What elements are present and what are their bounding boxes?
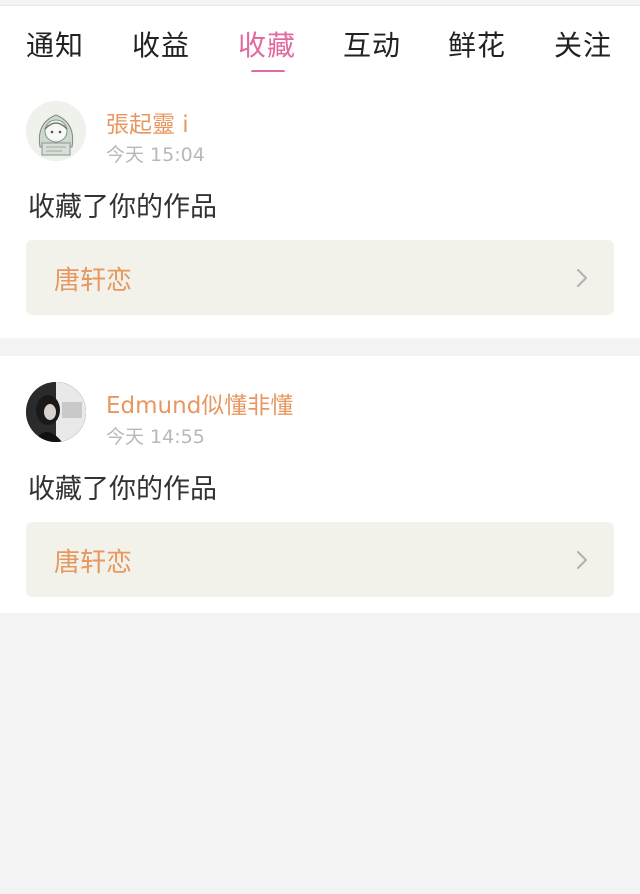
tab-following[interactable]: 关注 bbox=[554, 24, 612, 64]
work-link[interactable]: 唐轩恋 bbox=[26, 522, 614, 597]
anime-girl-avatar-icon bbox=[26, 101, 86, 161]
list-item: 張起靈 i 今天 15:04 收藏了你的作品 唐轩恋 bbox=[0, 72, 640, 338]
action-text: 收藏了你的作品 bbox=[28, 474, 217, 505]
tab-favorites[interactable]: 收藏 bbox=[238, 24, 296, 64]
chevron-right-icon bbox=[576, 550, 588, 570]
work-link[interactable]: 唐轩恋 bbox=[26, 240, 614, 315]
list-item: Edmund似懂非懂 今天 14:55 收藏了你的作品 唐轩恋 bbox=[0, 356, 640, 613]
tab-earnings[interactable]: 收益 bbox=[132, 24, 190, 64]
avatar[interactable] bbox=[26, 101, 86, 161]
tab-interactions[interactable]: 互动 bbox=[343, 24, 401, 64]
divider bbox=[0, 338, 640, 356]
username[interactable]: 張起靈 i bbox=[106, 105, 189, 139]
tab-bar: 通知 收益 收藏 互动 鲜花 关注 bbox=[0, 6, 640, 74]
avatar[interactable] bbox=[26, 382, 86, 442]
action-text: 收藏了你的作品 bbox=[28, 192, 217, 223]
work-title: 唐轩恋 bbox=[54, 266, 133, 296]
timestamp: 今天 14:55 bbox=[106, 426, 205, 448]
timestamp: 今天 15:04 bbox=[106, 144, 205, 166]
chevron-right-icon bbox=[576, 268, 588, 288]
photo-avatar-icon bbox=[26, 382, 86, 442]
tab-flowers[interactable]: 鲜花 bbox=[448, 24, 506, 64]
username[interactable]: Edmund似懂非懂 bbox=[106, 386, 293, 420]
work-title: 唐轩恋 bbox=[54, 548, 133, 578]
tab-notifications[interactable]: 通知 bbox=[26, 24, 84, 64]
